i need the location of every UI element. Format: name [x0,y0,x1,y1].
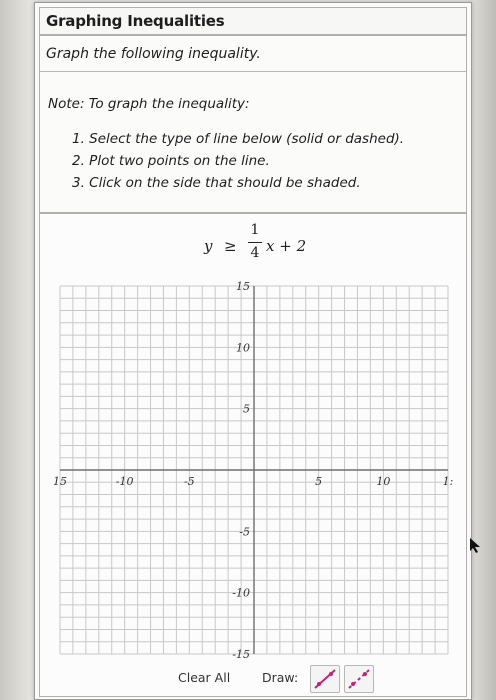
dashed-line-icon [348,669,370,689]
step-item: 2. Plot two points on the line. [72,153,270,169]
x-tick-label: 5 [315,475,322,488]
y-tick-label: 15 [236,280,250,293]
steps-list: 1. Select the type of line below (solid … [72,128,404,194]
draw-toolbar: Clear All Draw: [178,664,374,693]
step-item: 1. Select the type of line below (solid … [72,131,405,147]
solid-line-button[interactable] [310,665,340,693]
page-title: Graphing Inequalities [46,12,225,30]
y-tick-label: -10 [232,587,250,600]
question-panel: Graphing Inequalities Graph the followin… [34,2,472,700]
step-item: 3. Click on the side that should be shad… [72,175,361,191]
equation-relation: ≥ [224,237,237,255]
inequality-expression: y ≥ 1 4 x + 2 [204,222,334,266]
y-tick-label: 5 [243,403,250,416]
solid-line-icon [314,669,336,689]
x-tick-label: 1: [443,475,454,488]
dashed-line-button[interactable] [344,665,374,693]
equation-rest: x + 2 [266,237,307,255]
x-tick-label: -10 [116,475,134,488]
note-text: Note: To graph the inequality: [48,96,250,112]
x-tick-label: 10 [376,475,390,488]
subtitle: Graph the following inequality. [46,46,261,62]
graph-area: 15 -10 -5 5 10 1: 15 10 5 -5 -10 -15 y ≥ 1 4 x + 2 … [39,213,467,697]
coordinate-plane[interactable]: 15 -10 -5 5 10 1: 15 10 5 -5 -10 -15 [40,214,466,664]
divider [40,71,466,72]
draw-label: Draw: [262,670,299,685]
title-bar: Graphing Inequalities [39,7,467,35]
x-tick-label: -5 [184,475,195,488]
y-tick-label: -5 [239,525,250,538]
equation-fraction: 1 4 [248,222,262,261]
y-tick-label: -15 [232,648,250,661]
instructions-box: Graph the following inequality. Note: To… [39,35,467,213]
fraction-bar [248,242,262,243]
clear-all-button[interactable]: Clear All [178,670,230,685]
y-tick-label: 10 [236,341,250,354]
equation-lhs: y [204,237,213,255]
fraction-denominator: 4 [250,245,260,261]
fraction-numerator: 1 [250,222,260,238]
x-tick-label: 15 [53,475,67,488]
